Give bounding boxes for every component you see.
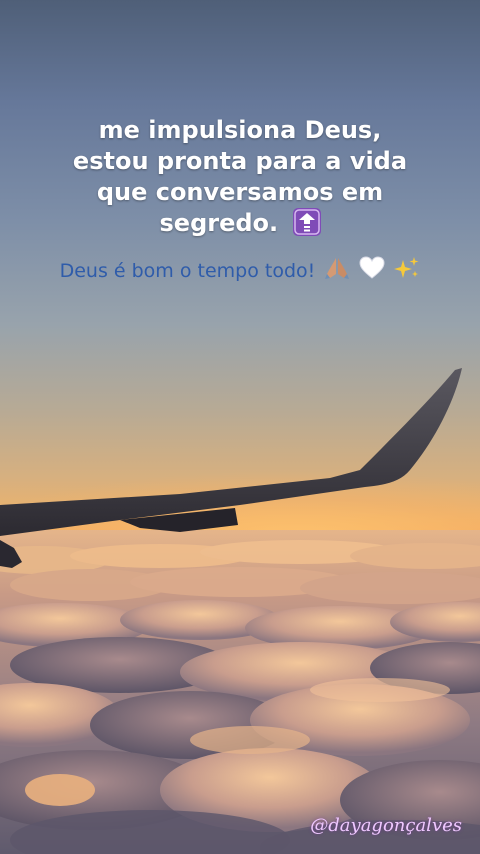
quote-line-3: que conversamos em	[96, 178, 384, 206]
white-heart-icon	[359, 256, 385, 285]
quote-line-4: segredo.	[159, 209, 279, 237]
quote-line-1: me impulsiona Deus,	[98, 116, 382, 144]
sparkles-icon	[394, 256, 420, 285]
quote-line-2: estou pronta para a vida	[72, 147, 408, 175]
praying-hands-icon	[324, 256, 350, 285]
main-quote: me impulsiona Deus, estou pronta para a …	[40, 115, 440, 239]
caption: Deus é bom o tempo todo!	[0, 256, 480, 285]
caption-text: Deus é bom o tempo todo!	[59, 260, 316, 282]
username-watermark: @dayagonçalves	[310, 815, 462, 836]
upward-arrow-icon	[292, 208, 321, 236]
background-photo: me impulsiona Deus, estou pronta para a …	[0, 0, 480, 854]
